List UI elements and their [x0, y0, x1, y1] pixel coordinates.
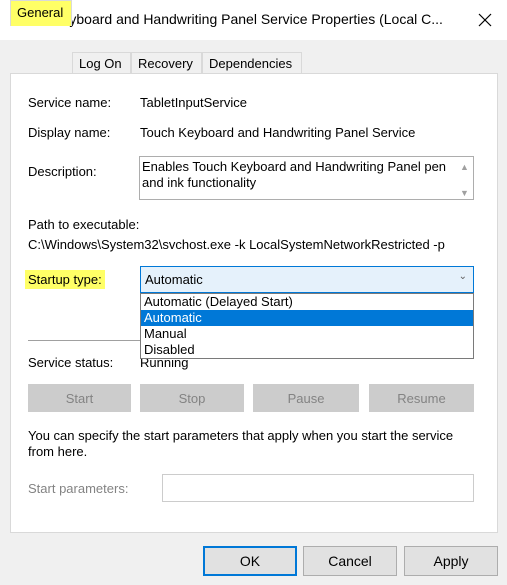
- tab-log-on[interactable]: Log On: [72, 52, 131, 74]
- cancel-button-label: Cancel: [328, 553, 372, 569]
- pause-button[interactable]: Pause: [253, 384, 359, 412]
- apply-button-label: Apply: [433, 553, 469, 569]
- description-label: Description:: [28, 164, 97, 179]
- ok-button-label: OK: [239, 553, 261, 569]
- pause-button-label: Pause: [287, 390, 325, 406]
- stop-button-label: Stop: [178, 390, 206, 406]
- display-name-value: Touch Keyboard and Handwriting Panel Ser…: [140, 125, 416, 140]
- description-text: Enables Touch Keyboard and Handwriting P…: [142, 159, 447, 190]
- display-name-label: Display name:: [28, 125, 111, 140]
- close-icon: [478, 13, 492, 27]
- description-scrollbar[interactable]: ▲ ▼: [456, 157, 473, 199]
- option-automatic[interactable]: Automatic: [141, 310, 473, 326]
- description-textbox[interactable]: Enables Touch Keyboard and Handwriting P…: [139, 156, 474, 200]
- start-parameters-label: Start parameters:: [28, 481, 129, 496]
- cancel-button[interactable]: Cancel: [303, 546, 397, 576]
- stop-button[interactable]: Stop: [140, 384, 244, 412]
- tab-log-on-label: Log On: [79, 56, 122, 71]
- startup-type-label: Startup type:: [25, 270, 105, 289]
- option-automatic-delayed[interactable]: Automatic (Delayed Start): [141, 294, 473, 310]
- path-value: C:\Windows\System32\svchost.exe -k Local…: [28, 237, 445, 252]
- tab-recovery[interactable]: Recovery: [131, 52, 202, 74]
- startup-type-value: Automatic: [145, 272, 203, 287]
- start-parameters-info: You can specify the start parameters tha…: [28, 428, 454, 459]
- start-button[interactable]: Start: [28, 384, 131, 412]
- path-label: Path to executable:: [28, 217, 140, 232]
- startup-type-dropdown: Automatic (Delayed Start) Automatic Manu…: [140, 293, 474, 359]
- service-status-label: Service status:: [28, 355, 114, 370]
- tab-general[interactable]: General: [10, 0, 72, 26]
- option-disabled[interactable]: Disabled: [141, 342, 473, 358]
- title-bar: Touch Keyboard and Handwriting Panel Ser…: [0, 0, 507, 40]
- scroll-up-icon[interactable]: ▲: [460, 159, 469, 175]
- start-button-label: Start: [65, 390, 94, 406]
- tab-dependencies[interactable]: Dependencies: [202, 52, 302, 74]
- ok-button[interactable]: OK: [203, 546, 297, 576]
- service-name-label: Service name:: [28, 95, 112, 110]
- resume-button-label: Resume: [397, 390, 446, 406]
- tab-dependencies-label: Dependencies: [209, 56, 293, 71]
- window-title: Touch Keyboard and Handwriting Panel Ser…: [11, 11, 443, 27]
- option-manual[interactable]: Manual: [141, 326, 473, 342]
- service-name-value: TabletInputService: [140, 95, 247, 110]
- chevron-down-icon: ⌄: [458, 271, 467, 282]
- close-button[interactable]: [463, 0, 507, 40]
- tab-recovery-label: Recovery: [138, 56, 193, 71]
- startup-type-select[interactable]: Automatic ⌄: [140, 266, 474, 293]
- apply-button[interactable]: Apply: [404, 546, 498, 576]
- resume-button[interactable]: Resume: [369, 384, 474, 412]
- scroll-down-icon[interactable]: ▼: [460, 185, 469, 201]
- tab-general-label: General: [17, 5, 64, 20]
- start-parameters-input[interactable]: [162, 474, 474, 502]
